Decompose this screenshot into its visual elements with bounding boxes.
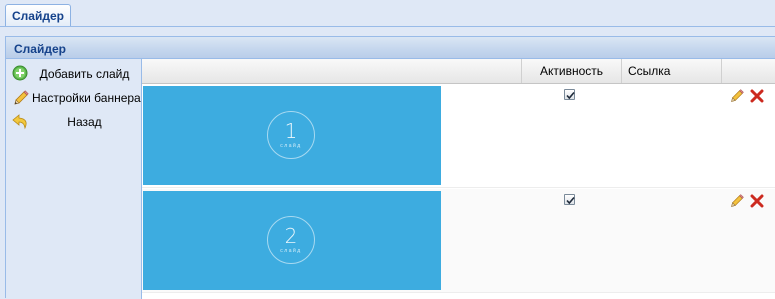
slide-number: 2 (284, 224, 298, 248)
sidebar: Добавить слайд Настройки баннера Назад (6, 59, 142, 299)
grid-header: Активность Ссылка (142, 59, 775, 84)
add-slide-label: Добавить слайд (39, 67, 130, 81)
delete-x-icon[interactable] (749, 193, 765, 209)
column-link[interactable]: Ссылка (621, 59, 721, 83)
slider-panel: Слайдер Добавить слайд Настройки баннера… (5, 36, 775, 299)
slide-caption: слайд (280, 248, 302, 254)
table-row[interactable]: 1 слайд (142, 84, 775, 188)
add-slide-button[interactable]: Добавить слайд (6, 63, 141, 85)
slide-number: 1 (284, 119, 298, 143)
banner-settings-label: Настройки баннера (32, 91, 141, 105)
slide-thumbnail: 2 слайд (143, 191, 441, 290)
banner-settings-button[interactable]: Настройки баннера (6, 87, 141, 109)
pencil-icon (12, 89, 30, 107)
back-label: Назад (67, 115, 102, 129)
tab-bar: Слайдер (0, 0, 775, 27)
panel-title: Слайдер (6, 37, 775, 59)
active-checkbox[interactable] (564, 194, 575, 205)
add-icon (12, 65, 30, 83)
table-row[interactable]: 2 слайд (142, 189, 775, 293)
back-arrow-icon (12, 113, 30, 131)
column-image[interactable] (142, 59, 521, 83)
column-actions (721, 59, 775, 83)
delete-x-icon[interactable] (749, 88, 765, 104)
column-activity[interactable]: Активность (521, 59, 621, 83)
edit-icon[interactable] (729, 88, 745, 104)
back-button[interactable]: Назад (6, 111, 141, 133)
tab-slider[interactable]: Слайдер (5, 4, 71, 26)
edit-icon[interactable] (729, 193, 745, 209)
slides-grid: Активность Ссылка 1 слайд 2 слайд (142, 59, 775, 299)
slide-thumbnail: 1 слайд (143, 86, 441, 185)
active-checkbox[interactable] (564, 89, 575, 100)
slide-caption: слайд (280, 143, 302, 149)
